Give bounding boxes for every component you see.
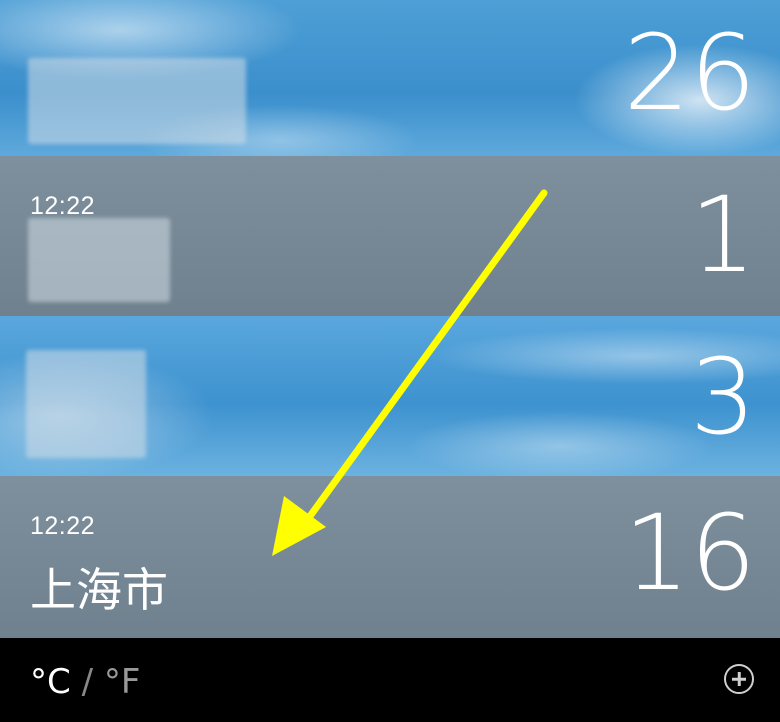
bottom-toolbar: °C / °F: [0, 638, 780, 722]
city-list: 26 12:22 1 3 12:22 上海市 16: [0, 0, 780, 638]
city-local-time: 12:22: [30, 512, 96, 540]
celsius-option[interactable]: °C: [30, 662, 71, 702]
unit-separator: /: [81, 662, 94, 702]
fahrenheit-option[interactable]: °F: [104, 662, 141, 702]
city-row-1[interactable]: 26: [0, 0, 780, 156]
redacted-city-name: [28, 218, 170, 302]
city-row-4[interactable]: 12:22 上海市 16: [0, 476, 780, 638]
city-temperature: 3: [689, 336, 756, 458]
redacted-city-name: [28, 58, 246, 144]
city-row-3[interactable]: 3: [0, 316, 780, 476]
city-temperature: 16: [623, 492, 756, 614]
city-temperature: 26: [623, 12, 756, 134]
unit-toggle[interactable]: °C / °F: [30, 662, 140, 702]
city-local-time: 12:22: [30, 192, 96, 220]
city-row-2[interactable]: 12:22 1: [0, 156, 780, 316]
plus-circle-icon[interactable]: [724, 664, 754, 694]
city-temperature: 1: [689, 174, 756, 296]
redacted-city-name: [26, 350, 146, 458]
city-name: 上海市: [30, 563, 168, 617]
